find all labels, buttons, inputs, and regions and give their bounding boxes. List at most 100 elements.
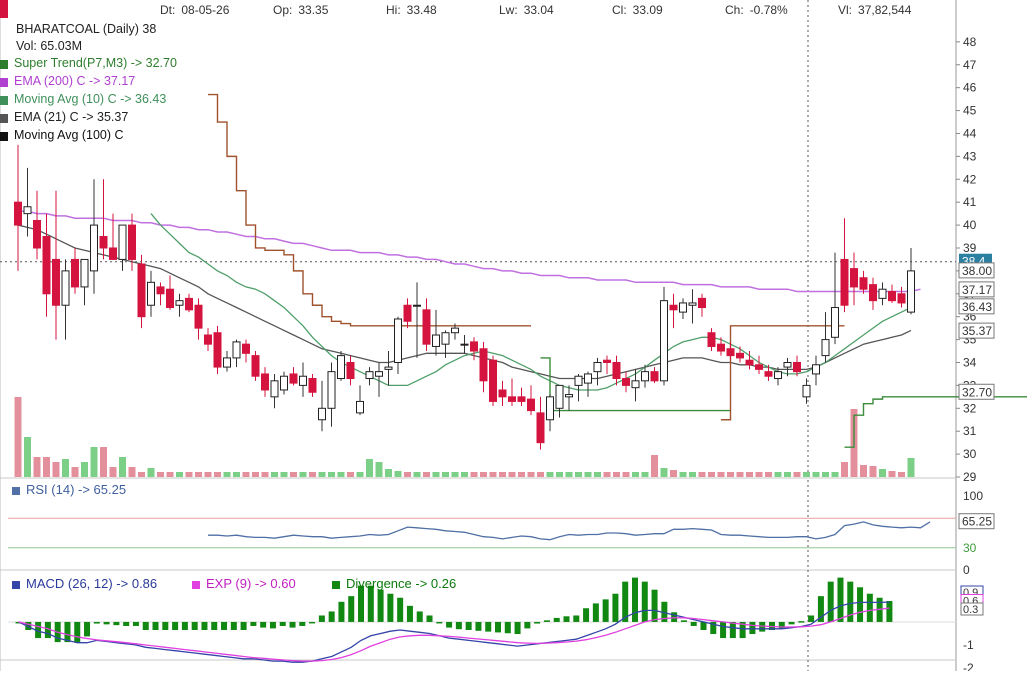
price-tag-label: 36.43 [962,300,992,314]
candle-body [119,225,126,259]
candle-body [699,298,706,307]
divergence-bar [837,578,843,622]
candle-body [803,385,810,396]
volume-bar [879,469,886,477]
candle-body [376,372,383,377]
divergence-bar [338,602,344,622]
candle-body [794,362,801,371]
candle-body [594,362,601,371]
candle-body [167,289,174,307]
candle-body [509,397,516,402]
candle-body [252,356,259,377]
volume-bar [860,465,867,477]
candle-body [338,356,345,379]
volume-bar [452,472,459,477]
candle-body [623,379,630,386]
price-tick-label: 32 [963,401,977,415]
candle-body [518,397,525,402]
divergence-bar [857,587,863,622]
side-swatch-ema21 [0,114,8,123]
volume-bar [252,472,259,477]
volume-bar [756,472,763,477]
volume-bar [528,472,535,477]
candle-body [737,353,744,358]
volume-bar [509,472,516,477]
divergence-bar [162,622,168,630]
volume-bar [632,472,639,477]
volume-bar [205,472,212,477]
volume-bar [243,472,250,477]
header-change: Ch:-0.78% [725,3,788,17]
candle-body [205,335,212,344]
header-volume: Vl:37,82,544 [838,3,911,17]
supertrend-line [208,95,531,326]
candle-body [756,365,763,370]
candle-body [851,269,858,287]
volume-bar [822,472,829,477]
price-tag-label: 38.00 [962,264,992,278]
candle-body [775,372,782,379]
candle-body [585,374,592,383]
candle-body [262,374,269,390]
candle-body [62,271,69,305]
divergence-bar [378,590,384,622]
price-tick-label: 43 [963,149,977,163]
volume-bar [319,472,326,477]
legend-volume: Vol: 65.03M [16,39,82,53]
candle-body [471,342,478,351]
volume-bar [290,472,297,477]
volume-bar [62,459,69,477]
candle-body [651,372,658,381]
volume-bar [708,472,715,477]
volume-bar [271,472,278,477]
candle-body [148,282,155,305]
candle-body [91,225,98,271]
divergence-bar [564,616,570,622]
volume-bar [81,462,88,477]
candle-body [689,303,696,305]
candle-body [138,264,145,317]
candle-body [34,221,41,248]
rsi-tick-label: 0 [963,563,970,577]
divergence-bar [573,615,579,621]
rsi-legend: RSI (14) -> 65.25 [12,482,126,497]
price-tick-label: 40 [963,218,977,232]
volume-bar [119,457,126,477]
price-tick-label: 48 [963,35,977,49]
divergence-bar [250,622,256,626]
volume-bar [727,472,734,477]
volume-bar [357,472,364,477]
divergence-bar [241,622,247,630]
volume-bar [262,472,269,477]
candle-body [642,372,649,381]
divergence-bar [427,615,433,621]
volume-bar [148,468,155,477]
volume-bar [784,472,791,477]
candle-body [461,344,468,345]
volume-bar [499,472,506,477]
candle-body [433,335,440,346]
divergence-bar [593,603,599,622]
volume-bar [832,472,839,477]
divergence-bar [446,622,452,628]
divergence-bar [789,622,795,624]
legend-supertrend: Super Trend(P7,M3) -> 32.70 [14,56,177,70]
volume-bar [110,467,117,477]
volume-bar [442,472,449,477]
volume-bar [718,472,725,477]
divergence-bar [280,622,286,626]
volume-bar [366,459,373,477]
header-low: Lw:33.04 [499,3,554,17]
volume-bar [537,472,544,477]
volume-bar [547,472,554,477]
divergence-bar [544,620,550,622]
supertrend-line [845,392,1027,447]
legend-title: BHARATCOAL (Daily) 38 [16,22,156,36]
candle-body [290,374,297,383]
candle-body [72,259,79,286]
candle-body [357,401,364,412]
price-tag-label: 37.17 [962,283,992,297]
volume-bar [328,472,335,477]
candle-body [319,408,326,419]
volume-bar [53,462,60,477]
